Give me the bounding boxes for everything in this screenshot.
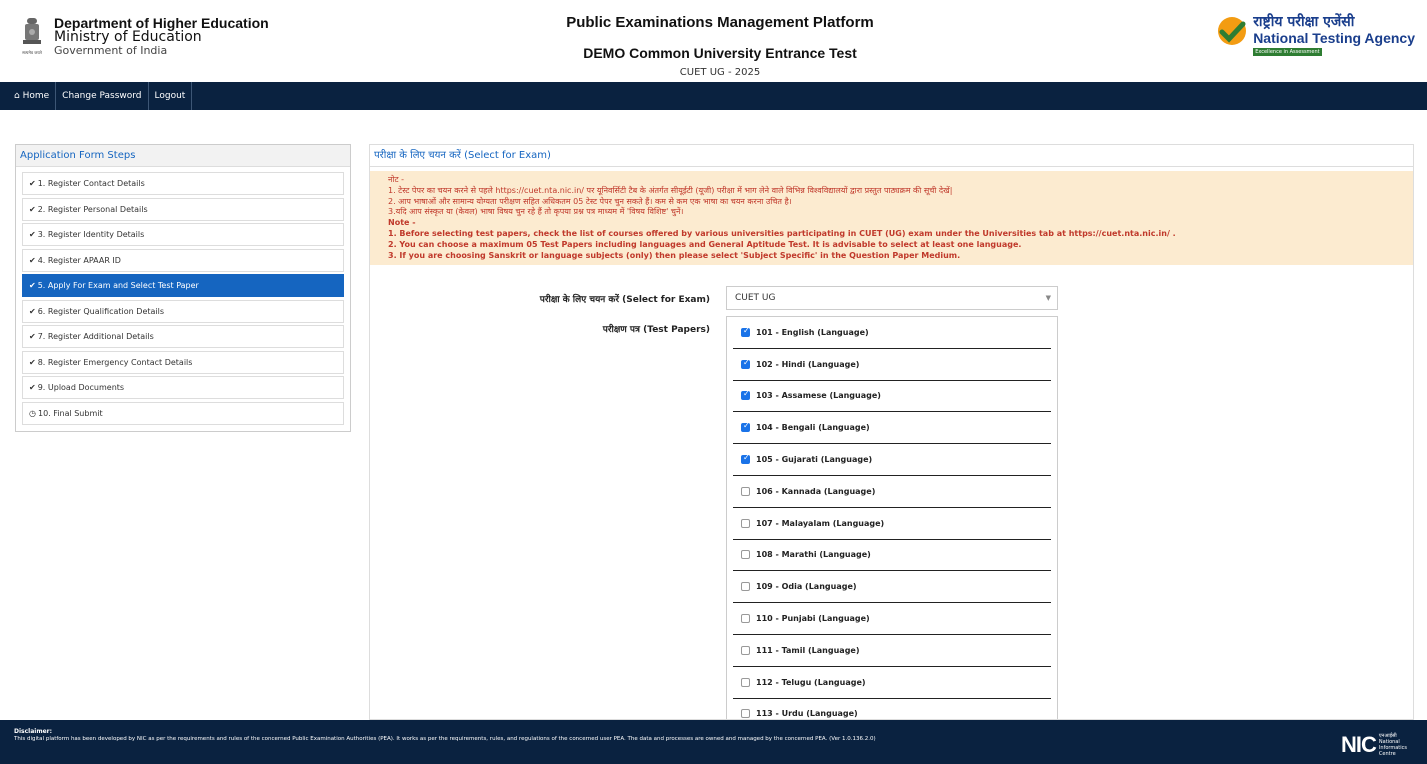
national-emblem-icon: सत्यमेव जयते — [22, 18, 43, 55]
paper-103-assamese[interactable]: 103 - Assamese (Language) — [733, 381, 1051, 413]
step-register-identity[interactable]: ✔ 3. Register Identity Details — [22, 223, 344, 246]
top-navbar: ⌂ Home Change Password Logout — [0, 82, 1427, 110]
step-register-contact[interactable]: ✔ 1. Register Contact Details — [22, 172, 344, 195]
checkbox-unchecked[interactable] — [741, 582, 750, 592]
select-exam-value: CUET UG — [735, 293, 776, 303]
page-footer: Disclaimer: This digital platform has be… — [0, 720, 1427, 764]
check-circle-icon: ✔ — [29, 204, 36, 214]
test-papers-label: परीक्षण पत्र (Test Papers) — [602, 325, 710, 335]
nic-logo: NIC एनआईसी National Informatics Centre — [1341, 732, 1407, 758]
note-hindi-heading: नोट - — [388, 175, 404, 184]
checkbox-unchecked[interactable] — [741, 518, 750, 528]
nav-home[interactable]: ⌂ Home — [0, 82, 57, 110]
note-hindi-2: 2. आप भाषाओं और सामान्य योग्यता परीक्षण … — [388, 196, 792, 206]
checkbox-unchecked[interactable] — [741, 486, 750, 496]
step-final-submit[interactable]: ◷ 10. Final Submit — [22, 401, 344, 425]
nta-english-name: National Testing Agency — [1253, 30, 1415, 46]
step-register-personal[interactable]: ✔ 2. Register Personal Details — [22, 197, 344, 221]
note-english-2: 2. You can choose a maximum 05 Test Pape… — [388, 239, 1022, 249]
paper-113-urdu[interactable]: 113 - Urdu (Language) — [733, 699, 1051, 719]
check-circle-icon: ✔ — [29, 281, 36, 290]
nav-logout[interactable]: Logout — [149, 82, 193, 110]
checkbox-checked[interactable] — [741, 326, 750, 337]
paper-108-marathi[interactable]: 108 - Marathi (Language) — [733, 540, 1051, 572]
checkbox-checked[interactable] — [741, 421, 750, 433]
checkbox-checked[interactable] — [741, 358, 750, 369]
instructions-note: नोट - 1. टेस्ट पेपर का चयन करने से पहले … — [370, 171, 1413, 266]
nic-logo-text: NIC — [1341, 732, 1377, 757]
select-exam-title: परीक्षा के लिए चयन करें (Select for Exam… — [370, 145, 1413, 167]
paper-107-malayalam[interactable]: 107 - Malayalam (Language) — [733, 508, 1051, 540]
platform-title: Public Examinations Management Platform — [566, 14, 874, 31]
checkbox-unchecked[interactable] — [741, 550, 750, 560]
step-register-additional[interactable]: ✔ 7. Register Additional Details — [22, 325, 344, 348]
nta-hindi-name: राष्ट्रीय परीक्षा एजेंसी — [1253, 14, 1355, 30]
check-circle-icon: ✔ — [29, 179, 36, 188]
select-exam-panel: परीक्षा के लिए चयन करें (Select for Exam… — [369, 144, 1414, 720]
paper-102-hindi[interactable]: 102 - Hindi (Language) — [733, 349, 1051, 381]
select-exam-dropdown[interactable]: CUET UG ▼ — [726, 286, 1058, 310]
nta-check-logo-icon — [1218, 17, 1247, 45]
note-hindi-3: 3.यदि आप संस्कृत या (केवल) भाषा विषय चुन… — [388, 207, 684, 217]
check-circle-icon: ✔ — [29, 357, 36, 367]
paper-112-telugu[interactable]: 112 - Telugu (Language) — [733, 667, 1051, 699]
home-icon: ⌂ — [14, 91, 23, 101]
paper-109-odia[interactable]: 109 - Odia (Language) — [733, 571, 1051, 604]
checkbox-unchecked[interactable] — [741, 645, 750, 655]
steps-panel-title: Application Form Steps — [16, 145, 350, 167]
check-circle-icon: ✔ — [29, 230, 36, 239]
nav-change-password[interactable]: Change Password — [56, 82, 149, 110]
step-upload-documents[interactable]: ✔ 9. Upload Documents — [22, 376, 344, 399]
check-circle-icon: ✔ — [29, 255, 36, 265]
ministry-name: Ministry of Education — [54, 29, 202, 45]
paper-106-kannada[interactable]: 106 - Kannada (Language) — [733, 476, 1051, 508]
note-hindi-1: 1. टेस्ट पेपर का चयन करने से पहले https:… — [388, 185, 953, 195]
exam-year: CUET UG - 2025 — [679, 67, 761, 78]
exam-title: DEMO Common University Entrance Test — [583, 45, 857, 61]
department-title: Department of Higher Education — [54, 15, 269, 31]
test-papers-list: 101 - English (Language) 102 - Hindi (La… — [726, 316, 1058, 719]
disclaimer-title: Disclaimer: — [14, 728, 53, 735]
select-exam-label: परीक्षा के लिए चयन करें (Select for Exam… — [539, 295, 710, 305]
page-header: सत्यमेव जयते Department of Higher Educat… — [0, 0, 1427, 82]
step-register-apaar[interactable]: ✔ 4. Register APAAR ID — [22, 248, 344, 272]
government-name: Government of India — [54, 44, 168, 57]
checkbox-unchecked[interactable] — [741, 677, 750, 687]
disclaimer-text: This digital platform has been developed… — [14, 736, 876, 742]
note-english-3: 3. If you are choosing Sanskrit or langu… — [388, 250, 961, 260]
application-steps-panel: Application Form Steps ✔ 1. Register Cont… — [15, 144, 351, 432]
checkbox-checked[interactable] — [741, 389, 750, 401]
paper-101-english[interactable]: 101 - English (Language) — [733, 317, 1051, 349]
nta-tagline: Excellence in Assessment — [1253, 48, 1322, 56]
svg-text:सत्यमेव जयते: सत्यमेव जयते — [22, 50, 42, 55]
exam-title-block: Public Examinations Management Platform … — [420, 14, 1020, 78]
nta-logo-block: राष्ट्रीय परीक्षा एजेंसी National Testin… — [1217, 14, 1415, 56]
checkbox-checked[interactable] — [741, 453, 750, 465]
note-english-heading: Note - — [388, 218, 416, 228]
check-circle-icon: ✔ — [29, 332, 36, 341]
step-apply-exam[interactable]: ✔ 5. Apply For Exam and Select Test Paper — [22, 274, 344, 297]
paper-104-bengali[interactable]: 104 - Bengali (Language) — [733, 412, 1051, 445]
paper-110-punjabi[interactable]: 110 - Punjabi (Language) — [733, 603, 1051, 635]
steps-list: ✔ 1. Register Contact Details ✔ 2. Registe… — [16, 167, 350, 425]
paper-105-gujarati[interactable]: 105 - Gujarati (Language) — [733, 444, 1051, 476]
note-english-1: 1. Before selecting test papers, check t… — [388, 228, 1176, 238]
check-circle-icon: ✔ — [29, 383, 36, 392]
department-block: सत्यमेव जयते Department of Higher Educat… — [20, 16, 269, 60]
checkbox-unchecked[interactable] — [741, 709, 750, 719]
nic-logo-caption: एनआईसी National Informatics Centre — [1378, 733, 1407, 757]
checkbox-unchecked[interactable] — [741, 614, 750, 624]
dropdown-arrow-icon: ▼ — [1045, 294, 1051, 302]
step-register-qualification[interactable]: ✔ 6. Register Qualification Details — [22, 299, 344, 323]
clock-icon: ◷ — [29, 408, 36, 418]
step-register-emergency[interactable]: ✔ 8. Register Emergency Contact Details — [22, 350, 344, 374]
paper-111-tamil[interactable]: 111 - Tamil (Language) — [733, 635, 1051, 667]
check-circle-icon: ✔ — [29, 306, 36, 316]
